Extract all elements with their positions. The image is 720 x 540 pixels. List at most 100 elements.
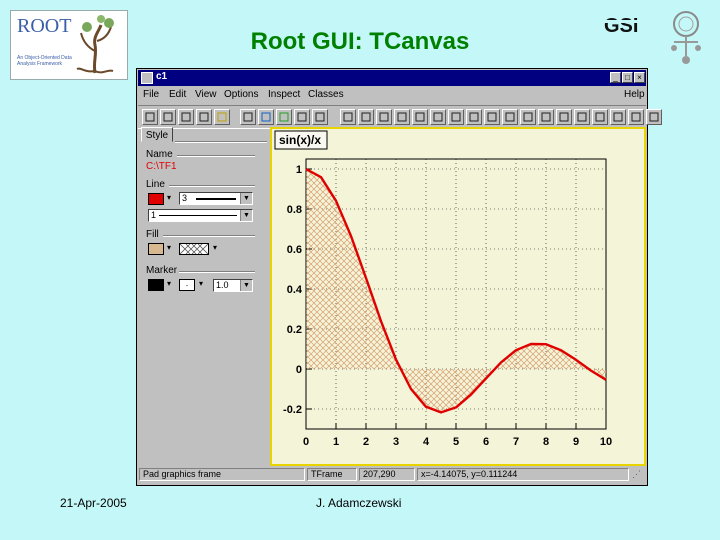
marker-style-arrow-icon[interactable]: ▾ [199,279,203,288]
text-button[interactable] [574,109,590,125]
line-width-sample [196,198,236,200]
browser-button[interactable] [258,109,274,125]
minimize-button[interactable]: _ [610,72,621,83]
status-pixel-coords: 207,290 [359,468,415,481]
menu-edit[interactable]: Edit [169,89,186,100]
x-tick-label: 4 [423,436,430,448]
status-bar: Pad graphics frame TFrame 207,290 x=-4.1… [138,467,646,483]
status-object-info: Pad graphics frame [139,468,305,481]
save-button[interactable] [178,109,194,125]
menu-view[interactable]: View [195,89,217,100]
gsi-logo-text: GSI [604,15,638,37]
print-button[interactable] [196,109,212,125]
arrow-button[interactable] [394,109,410,125]
x-tick-label: 9 [573,436,579,448]
tcut-button[interactable] [538,109,554,125]
canvas-window: c1 _ □ × File Edit View Options Inspect … [136,68,662,486]
chevron-down-icon[interactable]: ▼ [240,210,252,221]
marker-style-swatch[interactable]: · [179,279,195,291]
line-color-swatch[interactable] [148,193,164,205]
marker-color-swatch[interactable] [148,279,164,291]
menu-options[interactable]: Options [224,89,258,100]
about-button[interactable] [312,109,328,125]
pave-button[interactable] [466,109,482,125]
plot-svg[interactable]: sin(x)/x 0 1 2 3 4 5 6 7 8 9 10 -0.2 0 0.2 0.4 0.6 0.8 1 [272,129,644,464]
status-user-coords: x=-4.14075, y=0.111244 [417,468,629,481]
marker-size-value: 1.0 [216,280,229,290]
pointer-button[interactable] [340,109,356,125]
fill-color-arrow-icon[interactable]: ▾ [167,243,171,252]
refresh-button[interactable] [276,109,292,125]
graph2-button[interactable] [628,109,644,125]
drawing-canvas[interactable]: sin(x)/x 0 1 2 3 4 5 6 7 8 9 10 -0.2 0 0.2 0.4 0.6 0.8 1 [270,127,646,466]
x-tick-label: 7 [513,436,519,448]
open-button[interactable] [160,109,176,125]
menu-inspect[interactable]: Inspect [268,89,300,100]
help-button[interactable] [294,109,310,125]
arrow-icon [397,112,407,122]
undo-button[interactable] [358,109,374,125]
about-icon [315,112,325,122]
gear-button[interactable] [556,109,572,125]
x-tick-label: 1 [333,436,339,448]
line-color-arrow-icon[interactable]: ▾ [167,193,171,202]
graph-button[interactable] [610,109,626,125]
x-tick-label: 2 [363,436,369,448]
fill-pattern-arrow-icon[interactable]: ▾ [213,243,217,252]
window-titlebar[interactable]: c1 _ □ × [138,70,646,86]
ellipse-button[interactable] [430,109,446,125]
name-value: C:\TF1 [146,161,177,172]
x-tick-label: 6 [483,436,489,448]
marker-color-arrow-icon[interactable]: ▾ [167,279,171,288]
menu-classes[interactable]: Classes [308,89,344,100]
line-button[interactable] [520,109,536,125]
y-tick-label: -0.2 [283,404,302,416]
pavetext-button[interactable] [484,109,500,125]
y-tick-label: 0.4 [287,284,303,296]
new-icon [145,112,155,122]
hatch-pattern-icon [180,244,208,254]
graph2-icon [631,112,641,122]
maximize-button[interactable]: □ [622,72,633,83]
save-icon [181,112,191,122]
redo-button[interactable] [376,109,392,125]
tcut-icon [541,112,551,122]
x-tick-label: 8 [543,436,549,448]
y-tick-label: 0.6 [287,244,302,256]
line-style-select[interactable]: 1 ▼ [148,209,253,222]
window-app-icon[interactable] [141,72,153,84]
marker-button[interactable] [592,109,608,125]
window-title: c1 [156,71,168,82]
gsi-logo: GSI [600,6,712,68]
options-button[interactable] [214,109,230,125]
latex-button[interactable] [646,109,662,125]
fill-pattern-swatch[interactable] [179,243,209,255]
line-width-select[interactable]: 3 ▼ [179,192,253,205]
diamond-button[interactable] [412,109,428,125]
spin-arrows-icon[interactable]: ▼ [240,280,252,291]
y-tick-label: 0.2 [287,324,302,336]
name-label: Name [146,149,173,160]
x-tick-label: 3 [393,436,399,448]
y-tick-label: 0.8 [287,204,302,216]
footer-author: J. Adamczewski [316,496,402,510]
x-tick-label: 10 [600,436,612,448]
help-icon [297,112,307,122]
chevron-down-icon[interactable]: ▼ [240,193,252,204]
menu-file[interactable]: File [143,89,159,100]
inspect-button[interactable] [240,109,256,125]
fill-label: Fill [146,229,159,240]
marker-size-input[interactable]: 1.0 ▼ [213,279,253,292]
resize-grip-icon[interactable]: ⋰ [632,469,641,480]
line-width-value: 3 [182,193,188,203]
pad-button[interactable] [448,109,464,125]
label-button[interactable] [502,109,518,125]
new-button[interactable] [142,109,158,125]
y-tick-label: 1 [296,164,302,176]
line-groove [169,185,255,187]
close-button[interactable]: × [634,72,645,83]
line-icon [523,112,533,122]
fill-color-swatch[interactable] [148,243,164,255]
menu-help[interactable]: Help [624,89,645,100]
pave-icon [469,112,479,122]
